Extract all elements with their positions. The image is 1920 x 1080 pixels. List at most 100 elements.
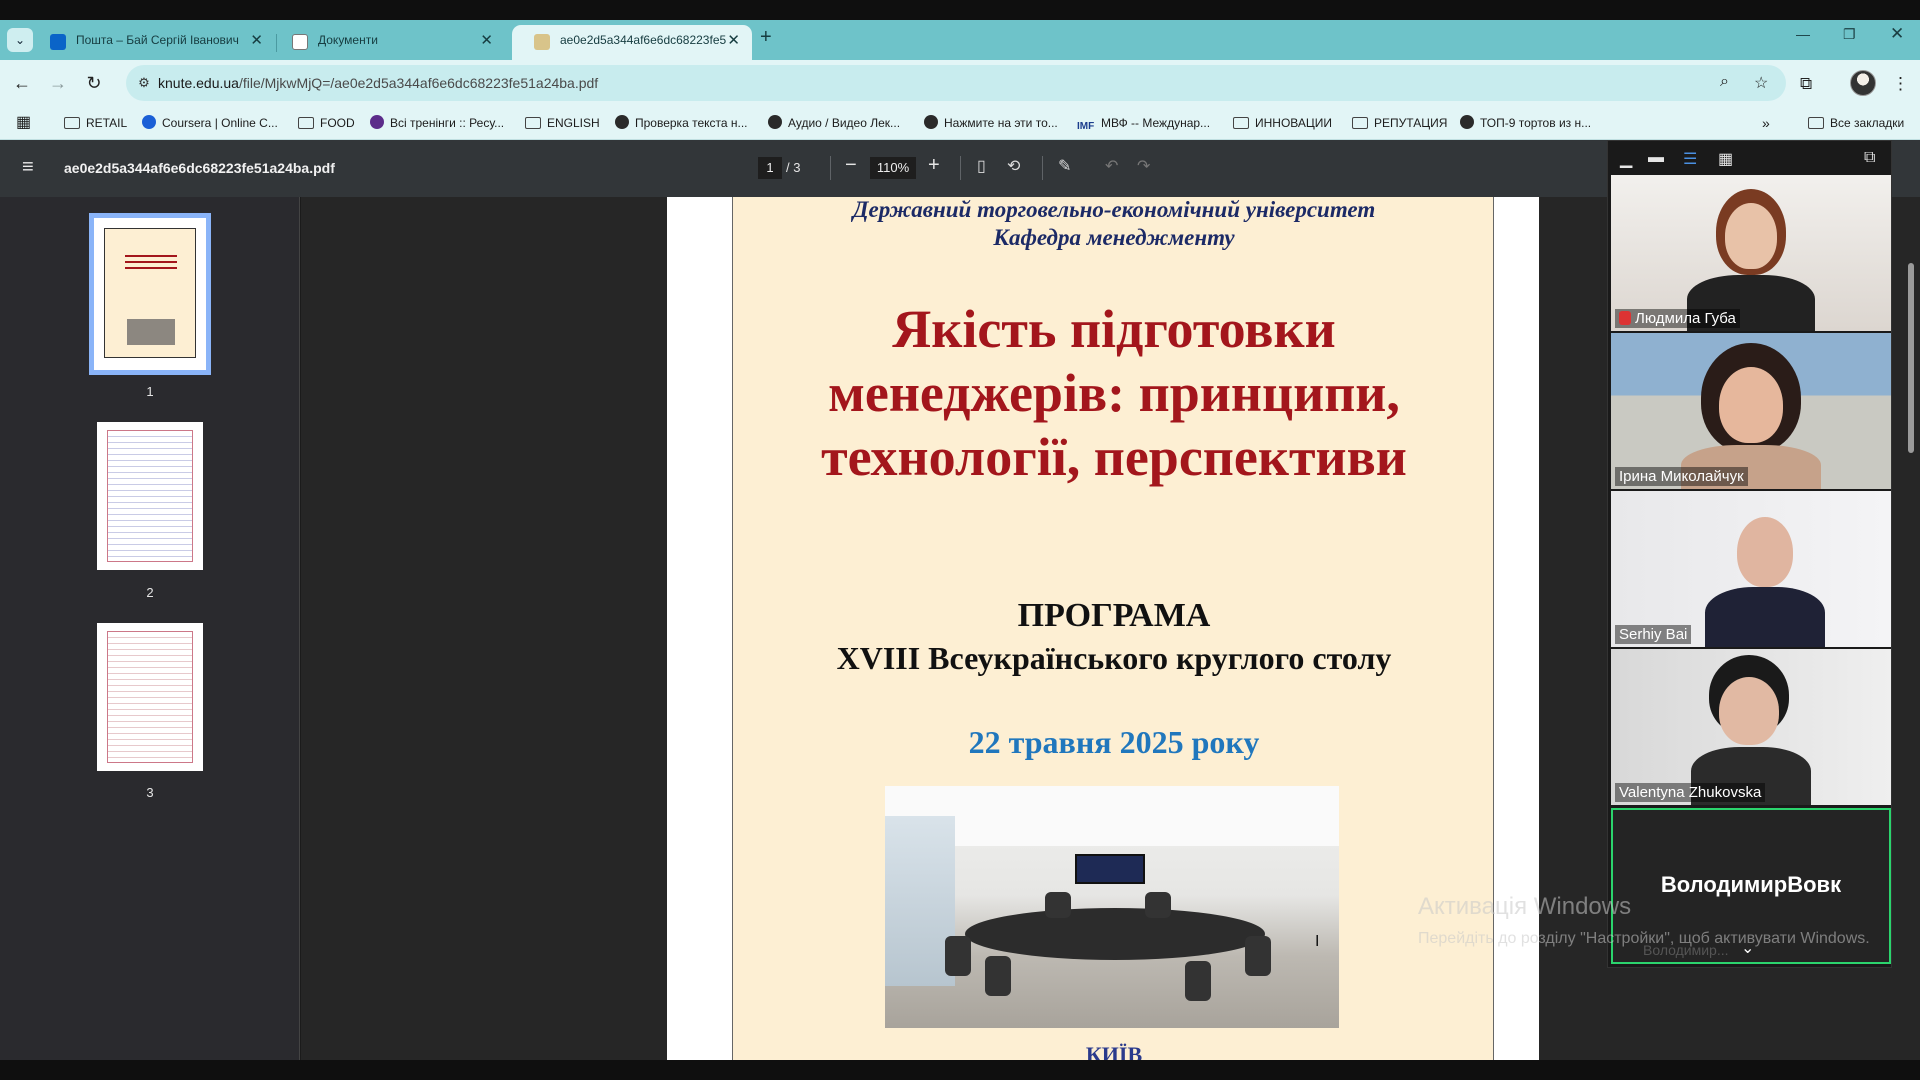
thumbnail-preview: [104, 228, 196, 358]
gallery-view-icon[interactable]: ▦: [1718, 149, 1733, 169]
page-total: / 3: [786, 160, 801, 175]
coursera-icon: [142, 115, 156, 129]
globe-icon: [1460, 115, 1474, 129]
bookmark-cakes[interactable]: ТОП-9 тортов из н...: [1460, 106, 1591, 140]
windows-activation-watermark: Активація Windows Перейдіть до розділу "…: [1418, 893, 1888, 951]
close-icon[interactable]: ✕: [480, 25, 493, 56]
zoom-in-icon[interactable]: +: [928, 154, 940, 177]
site-info-icon[interactable]: ⚙: [134, 73, 154, 93]
rotate-icon[interactable]: ⟲: [1007, 156, 1020, 176]
reload-icon[interactable]: ↻: [81, 70, 107, 96]
thumbnail-preview: [107, 631, 193, 763]
thumbnail-preview: [107, 430, 193, 562]
page-thumbnail-2[interactable]: [97, 422, 203, 570]
participant-tile[interactable]: Ірина Миколайчук: [1611, 333, 1891, 489]
close-icon[interactable]: ✕: [250, 25, 263, 56]
outlook-icon: [50, 34, 66, 50]
minimize-icon[interactable]: —: [1796, 26, 1810, 42]
hamburger-menu-icon[interactable]: ≡: [22, 156, 34, 179]
folder-icon: [1352, 117, 1368, 129]
activation-title: Активація Windows: [1418, 893, 1632, 920]
tab-title: Пошта – Бай Сергій Іванович: [76, 33, 239, 47]
bookmark-food[interactable]: FOOD: [298, 106, 355, 140]
strip-view-icon[interactable]: ☰: [1683, 149, 1697, 169]
bookmark-audio-video[interactable]: Аудио / Видео Лек...: [768, 106, 900, 140]
folder-icon: [1808, 117, 1824, 129]
conference-table: [965, 908, 1265, 960]
tab-mail[interactable]: Пошта – Бай Сергій Іванович ✕: [28, 25, 275, 60]
vertical-scrollbar[interactable]: [1904, 197, 1918, 1060]
restore-icon[interactable]: ❐: [1843, 26, 1856, 43]
muted-mic-icon: [1619, 311, 1631, 325]
globe-icon: [615, 115, 629, 129]
folder-icon: [298, 117, 314, 129]
bookmark-english[interactable]: ENGLISH: [525, 106, 600, 140]
close-icon[interactable]: ✕: [727, 25, 740, 56]
pdf-page: Державний торговельно-економічний універ…: [667, 197, 1539, 1067]
window-close-icon[interactable]: ✕: [1890, 24, 1904, 44]
participant-tile[interactable]: Serhiy Bai: [1611, 491, 1891, 647]
training-icon: [370, 115, 384, 129]
tv-screen: [1075, 854, 1145, 884]
address-bar[interactable]: ⚙ knute.edu.ua/file/MjkwMjQ=/ae0e2d5a344…: [126, 65, 1786, 101]
document-title-line-3: технології, перспективи: [821, 427, 1407, 487]
undo-icon[interactable]: ↶: [1105, 156, 1118, 176]
scrollbar-thumb[interactable]: [1908, 263, 1914, 453]
browser-toolbar: ← → ↻ ⚙ knute.edu.ua/file/MjkwMjQ=/ae0e2…: [0, 60, 1920, 106]
url-text: knute.edu.ua/file/MjkwMjQ=/ae0e2d5a344af…: [158, 75, 599, 91]
toolbar-divider: [960, 156, 961, 180]
university-name: Державний торговельно-економічний універ…: [852, 197, 1376, 222]
page-thumbnail-3[interactable]: [97, 623, 203, 771]
page-thumbnail-1[interactable]: [89, 213, 211, 375]
bookmark-reputation[interactable]: РЕПУТАЦИЯ: [1352, 106, 1447, 140]
apps-icon[interactable]: ▦: [16, 106, 31, 140]
participant-name: Serhiy Bai: [1615, 625, 1692, 644]
event-name: XVIII Всеукраїнського круглого столу: [836, 640, 1392, 676]
page-content: Державний торговельно-економічний універ…: [732, 197, 1494, 1067]
menu-icon[interactable]: ⋮: [1892, 74, 1909, 94]
tab-documents[interactable]: Документи ✕: [270, 25, 505, 60]
bookmark-imf[interactable]: IMF МВФ -- Междунар...: [1077, 106, 1210, 140]
toolbar-divider: [830, 156, 831, 180]
new-tab-button[interactable]: +: [760, 26, 772, 49]
bookmark-innovations[interactable]: ИННОВАЦИИ: [1233, 106, 1332, 140]
screen-bottom-bar: [0, 1060, 1920, 1080]
document-icon: [292, 34, 308, 50]
program-heading: ПРОГРАМА: [1017, 597, 1211, 634]
imf-icon: IMF: [1077, 121, 1095, 132]
zoom-out-icon[interactable]: −: [845, 154, 857, 177]
thumbnail-sidebar: 1 2 3: [0, 197, 300, 1060]
participant-tile[interactable]: Людмила Губа: [1611, 175, 1891, 331]
globe-icon: [924, 115, 938, 129]
tab-pdf[interactable]: ae0e2d5a344af6e6dc68223fe5 ✕: [512, 25, 752, 60]
popout-icon[interactable]: ⧉: [1864, 149, 1875, 167]
bookmark-text-check[interactable]: Проверка текста н...: [615, 106, 748, 140]
bookmark-click-here[interactable]: Нажмите на эти то...: [924, 106, 1058, 140]
conference-room-image: [885, 786, 1339, 1028]
folder-icon: [1233, 117, 1249, 129]
back-icon[interactable]: ←: [9, 70, 35, 96]
bookmark-retail[interactable]: RETAIL: [64, 106, 127, 140]
department-name: Кафедра менеджменту: [993, 225, 1235, 250]
page-number-input[interactable]: 1: [758, 157, 782, 179]
bookmark-trainings[interactable]: Всі тренінги :: Ресу...: [370, 106, 504, 140]
event-date: 22 травня 2025 року: [968, 724, 1260, 760]
thumbnail-label: 3: [146, 785, 154, 800]
annotate-icon[interactable]: ✎: [1058, 156, 1071, 176]
all-bookmarks[interactable]: Все закладки: [1808, 106, 1904, 140]
forward-icon[interactable]: →: [45, 70, 71, 96]
extensions-icon[interactable]: ⧉: [1800, 74, 1812, 94]
tab-strip: ⌄ Пошта – Бай Сергій Іванович ✕ Документ…: [0, 20, 1920, 60]
bookmark-star-icon[interactable]: ☆: [1754, 73, 1768, 93]
activation-text: Перейдіть до розділу "Настройки", щоб ак…: [1418, 930, 1870, 947]
redo-icon[interactable]: ↷: [1137, 156, 1150, 176]
fit-page-icon[interactable]: ▯: [977, 156, 986, 176]
more-bookmarks-icon[interactable]: »: [1762, 106, 1770, 140]
zoom-icon[interactable]: ⌕: [1720, 73, 1729, 91]
zoom-level-input[interactable]: 110%: [870, 157, 916, 179]
bookmark-coursera[interactable]: Coursera | Online C...: [142, 106, 278, 140]
speaker-view-icon[interactable]: ▬: [1648, 149, 1664, 167]
profile-avatar[interactable]: [1850, 70, 1876, 96]
minimize-panel-icon[interactable]: ▁: [1620, 149, 1632, 169]
participant-tile[interactable]: Valentyna Zhukovska: [1611, 649, 1891, 805]
